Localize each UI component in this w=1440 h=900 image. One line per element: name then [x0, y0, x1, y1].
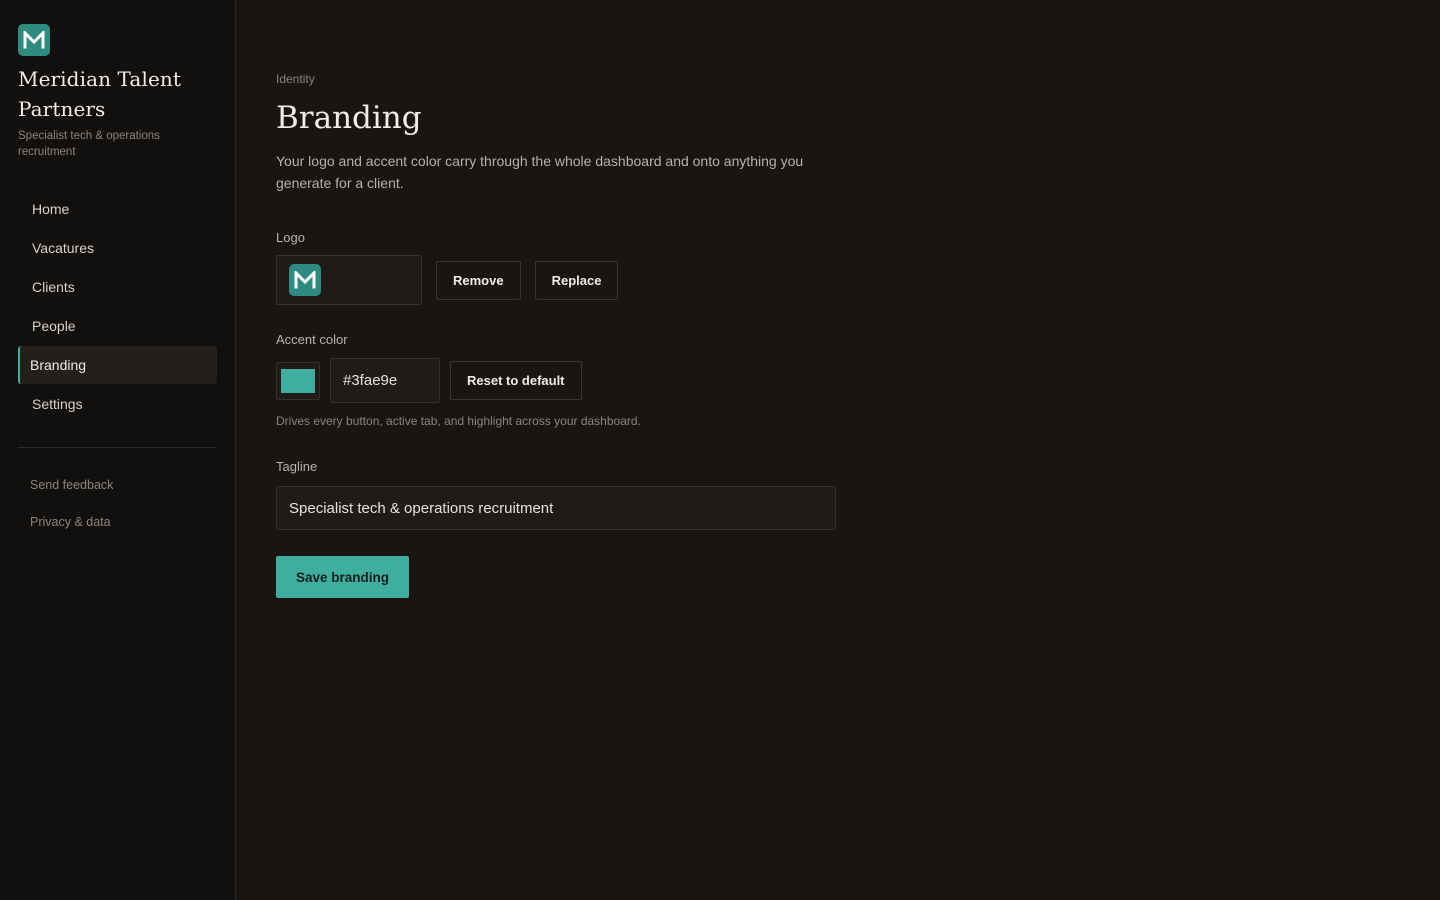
sidebar-item-people[interactable]: People — [18, 307, 217, 345]
main-content: Identity Branding Your logo and accent c… — [236, 0, 1440, 900]
remove-logo-button[interactable]: Remove — [436, 260, 521, 300]
sidebar-secondary-nav: Send feedback Privacy & data — [18, 466, 217, 540]
page-description: Your logo and accent color carry through… — [276, 153, 804, 191]
app: Meridian Talent Partners Specialist tech… — [0, 0, 1440, 900]
accent-color-label: Accent color — [276, 332, 348, 347]
save-branding-button[interactable]: Save branding — [276, 556, 410, 598]
logo-field: Logo Remove Replace — [276, 230, 1400, 305]
sidebar-nav: Home Vacatures Clients People Branding S… — [18, 190, 217, 423]
replace-logo-button[interactable]: Replace — [534, 260, 619, 300]
accent-helper-text: Drives every button, active tab, and hig… — [276, 414, 641, 428]
sidebar-divider — [18, 447, 217, 448]
sidebar-item-clients[interactable]: Clients — [18, 268, 217, 306]
color-picker-swatch[interactable] — [276, 361, 320, 400]
tagline-label: Tagline — [276, 459, 318, 474]
accent-hex-input[interactable] — [330, 358, 440, 403]
accent-row: Reset to default — [276, 358, 1400, 403]
brand-name: Meridian Talent Partners — [18, 67, 181, 121]
m-monogram-icon — [18, 24, 50, 56]
sidebar-item-vacatures[interactable]: Vacatures — [18, 229, 217, 267]
page-title: Branding — [276, 100, 422, 136]
accent-color-field: Accent color Reset to default Drives eve… — [276, 332, 1400, 429]
sidebar-item-settings[interactable]: Settings — [18, 385, 217, 423]
tagline-input[interactable] — [276, 486, 836, 530]
send-feedback-link[interactable]: Send feedback — [18, 466, 217, 503]
logo-label: Logo — [276, 230, 305, 245]
color-swatch — [281, 368, 315, 393]
reset-to-default-button[interactable]: Reset to default — [450, 361, 582, 400]
sidebar: Meridian Talent Partners Specialist tech… — [0, 0, 236, 900]
section-eyebrow: Identity — [276, 72, 315, 86]
sidebar-item-branding[interactable]: Branding — [18, 346, 217, 384]
sidebar-item-home[interactable]: Home — [18, 190, 217, 228]
m-monogram-icon — [289, 264, 321, 296]
privacy-data-link[interactable]: Privacy & data — [18, 503, 217, 540]
tagline-field: Tagline — [276, 459, 1400, 530]
logo-row: Remove Replace — [276, 255, 1400, 305]
logo-preview — [276, 255, 422, 305]
brand-tagline: Specialist tech & operations recruitment — [18, 130, 160, 158]
